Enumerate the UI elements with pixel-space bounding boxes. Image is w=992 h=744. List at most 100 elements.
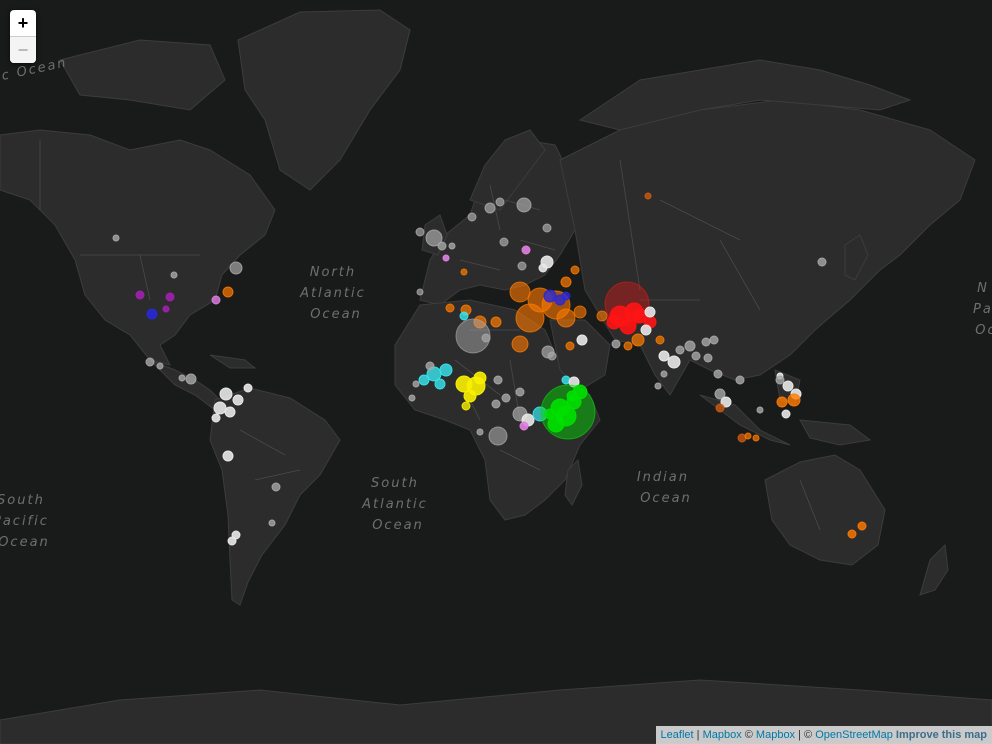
event-marker[interactable] — [675, 345, 685, 355]
event-marker[interactable] — [437, 241, 447, 251]
event-marker[interactable] — [623, 341, 633, 351]
event-marker[interactable] — [701, 337, 711, 347]
event-marker[interactable] — [488, 426, 508, 446]
event-marker[interactable] — [211, 413, 221, 423]
event-marker[interactable] — [501, 393, 511, 403]
event-marker[interactable] — [538, 263, 548, 273]
event-marker[interactable] — [135, 290, 145, 300]
markers-layer[interactable] — [0, 0, 992, 744]
mapbox-copyright-link[interactable]: Mapbox — [756, 729, 795, 741]
zoom-in-button[interactable]: + — [10, 10, 36, 37]
event-marker[interactable] — [560, 276, 572, 288]
event-marker[interactable] — [684, 340, 696, 352]
event-marker[interactable] — [211, 295, 221, 305]
event-marker[interactable] — [222, 286, 234, 298]
event-marker[interactable] — [735, 375, 745, 385]
event-marker[interactable] — [515, 387, 525, 397]
event-marker[interactable] — [232, 394, 244, 406]
event-marker[interactable] — [227, 536, 237, 546]
event-marker[interactable] — [467, 212, 477, 222]
event-marker[interactable] — [817, 257, 827, 267]
event-marker[interactable] — [145, 357, 155, 367]
event-marker[interactable] — [415, 227, 425, 237]
event-marker[interactable] — [490, 316, 502, 328]
event-marker[interactable] — [499, 237, 509, 247]
event-marker[interactable] — [439, 363, 453, 377]
event-marker[interactable] — [576, 334, 588, 346]
event-marker[interactable] — [425, 361, 435, 371]
event-marker[interactable] — [481, 333, 491, 343]
event-marker[interactable] — [515, 303, 545, 333]
event-marker[interactable] — [752, 434, 760, 442]
event-marker[interactable] — [213, 401, 227, 415]
event-marker[interactable] — [412, 380, 420, 388]
event-marker[interactable] — [775, 375, 785, 385]
event-marker[interactable] — [459, 311, 469, 321]
event-marker[interactable] — [517, 261, 527, 271]
event-marker[interactable] — [570, 265, 580, 275]
event-marker[interactable] — [509, 281, 531, 303]
event-marker[interactable] — [655, 335, 665, 345]
event-marker[interactable] — [715, 403, 725, 413]
event-marker[interactable] — [219, 387, 233, 401]
event-marker[interactable] — [493, 375, 503, 385]
event-marker[interactable] — [781, 409, 791, 419]
map-container[interactable]: North Atlantic Ocean South Atlantic Ocea… — [0, 0, 992, 744]
event-marker[interactable] — [170, 271, 178, 279]
event-marker[interactable] — [243, 383, 253, 393]
event-marker[interactable] — [460, 268, 468, 276]
event-marker[interactable] — [566, 394, 582, 410]
event-marker[interactable] — [521, 245, 531, 255]
event-marker[interactable] — [713, 369, 723, 379]
event-marker[interactable] — [644, 192, 652, 200]
event-marker[interactable] — [473, 371, 487, 385]
event-marker[interactable] — [654, 382, 662, 390]
event-marker[interactable] — [519, 421, 529, 431]
event-marker[interactable] — [776, 396, 788, 408]
event-marker[interactable] — [156, 362, 164, 370]
event-marker[interactable] — [112, 234, 120, 242]
event-marker[interactable] — [658, 350, 670, 362]
event-marker[interactable] — [606, 314, 622, 330]
event-marker[interactable] — [644, 306, 656, 318]
event-marker[interactable] — [857, 521, 867, 531]
event-marker[interactable] — [660, 370, 668, 378]
event-marker[interactable] — [162, 305, 170, 313]
event-marker[interactable] — [516, 197, 532, 213]
event-marker[interactable] — [542, 223, 552, 233]
mapbox-link[interactable]: Mapbox — [703, 729, 742, 741]
event-marker[interactable] — [495, 197, 505, 207]
event-marker[interactable] — [565, 341, 575, 351]
event-marker[interactable] — [165, 292, 175, 302]
event-marker[interactable] — [461, 401, 471, 411]
event-marker[interactable] — [224, 406, 236, 418]
event-marker[interactable] — [631, 333, 645, 347]
event-marker[interactable] — [416, 288, 424, 296]
event-marker[interactable] — [619, 317, 637, 335]
event-marker[interactable] — [178, 374, 186, 382]
event-marker[interactable] — [229, 261, 243, 275]
event-marker[interactable] — [543, 289, 557, 303]
event-marker[interactable] — [544, 408, 556, 420]
event-marker[interactable] — [756, 406, 764, 414]
event-marker[interactable] — [268, 519, 276, 527]
event-marker[interactable] — [484, 202, 496, 214]
osm-link[interactable]: OpenStreetMap — [815, 729, 893, 741]
event-marker[interactable] — [271, 482, 281, 492]
event-marker[interactable] — [408, 394, 416, 402]
event-marker[interactable] — [146, 308, 158, 320]
event-marker[interactable] — [640, 324, 652, 336]
event-marker[interactable] — [691, 351, 701, 361]
improve-map-link[interactable]: Improve this map — [893, 729, 987, 741]
event-marker[interactable] — [511, 335, 529, 353]
event-marker[interactable] — [703, 353, 713, 363]
event-marker[interactable] — [448, 242, 456, 250]
event-marker[interactable] — [709, 335, 719, 345]
event-marker[interactable] — [445, 303, 455, 313]
event-marker[interactable] — [547, 351, 557, 361]
event-marker[interactable] — [491, 399, 501, 409]
zoom-out-button[interactable]: − — [10, 37, 36, 63]
event-marker[interactable] — [442, 254, 450, 262]
event-marker[interactable] — [463, 389, 477, 403]
event-marker[interactable] — [596, 310, 608, 322]
